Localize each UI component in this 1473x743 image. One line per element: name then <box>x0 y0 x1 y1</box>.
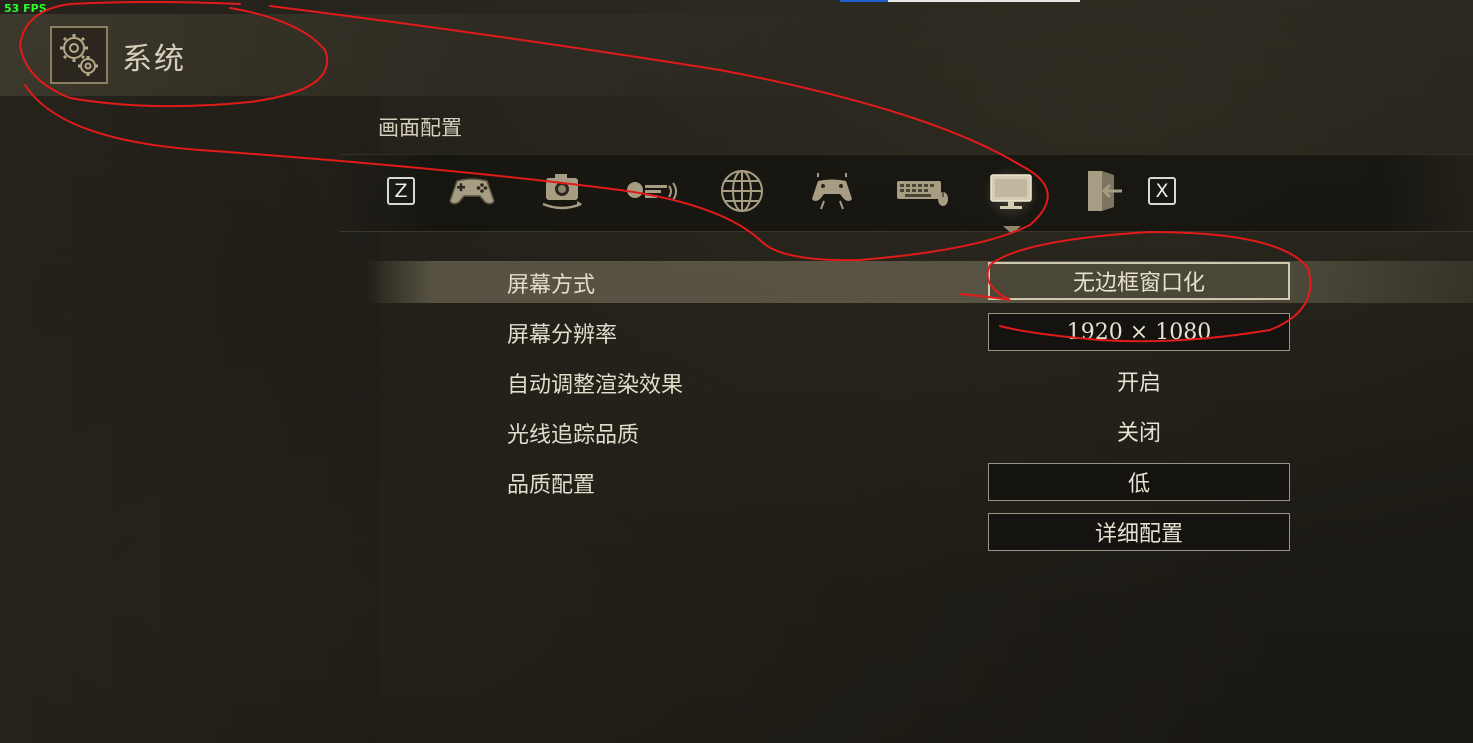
sound-icon <box>625 176 679 210</box>
exit-door-icon <box>1080 167 1124 219</box>
globe-icon <box>719 168 765 218</box>
gamepad-icon <box>447 175 497 211</box>
monitor-icon <box>987 171 1035 215</box>
section-title: 画面配置 <box>378 116 462 140</box>
window-top-bar <box>840 0 1080 2</box>
key-z-icon[interactable]: Z <box>387 177 415 205</box>
setting-row-resolution[interactable]: 屏幕分辨率 <box>365 311 1473 353</box>
active-tab-indicator <box>1003 226 1021 234</box>
tab-keyboard-mouse[interactable] <box>895 168 951 218</box>
tab-gamepad[interactable] <box>447 168 497 218</box>
tab-language[interactable] <box>717 168 767 218</box>
setting-row-auto-render[interactable]: 自动调整渲染效果 <box>365 361 1473 403</box>
controller-settings-icon <box>807 171 857 215</box>
tab-camera[interactable] <box>537 168 587 218</box>
setting-label: 屏幕方式 <box>507 273 596 298</box>
tab-sound[interactable] <box>627 168 677 218</box>
camera-icon <box>537 170 587 216</box>
advanced-settings-button[interactable]: 详细配置 <box>988 513 1290 551</box>
tab-display[interactable] <box>983 165 1039 221</box>
setting-row-screen-mode[interactable]: 屏幕方式 <box>365 261 1473 303</box>
keyboard-mouse-icon <box>895 175 951 211</box>
left-panel-shade <box>0 96 380 743</box>
settings-screen: 53 FPS 系统 画面配置 Z X 屏幕方式 无边框窗口化 屏幕分辨率 192… <box>0 0 1473 743</box>
tab-exit[interactable] <box>1077 168 1127 218</box>
tab-controller-settings[interactable] <box>807 168 857 218</box>
screen-mode-selector[interactable]: 无边框窗口化 <box>988 262 1290 300</box>
setting-row-quality[interactable]: 品质配置 <box>365 461 1473 503</box>
setting-label: 自动调整渲染效果 <box>507 373 684 398</box>
page-title: 系统 <box>122 42 186 77</box>
setting-label: 光线追踪品质 <box>507 423 640 448</box>
resolution-selector[interactable]: 1920 × 1080 <box>988 313 1290 351</box>
setting-label: 屏幕分辨率 <box>507 323 618 348</box>
setting-label: 品质配置 <box>507 473 596 498</box>
setting-row-raytracing[interactable]: 光线追踪品质 <box>365 411 1473 453</box>
gear-icon <box>50 26 108 84</box>
quality-selector[interactable]: 低 <box>988 463 1290 501</box>
raytracing-value[interactable]: 关闭 <box>988 412 1290 450</box>
key-x-icon[interactable]: X <box>1148 177 1176 205</box>
auto-render-value[interactable]: 开启 <box>988 362 1290 400</box>
